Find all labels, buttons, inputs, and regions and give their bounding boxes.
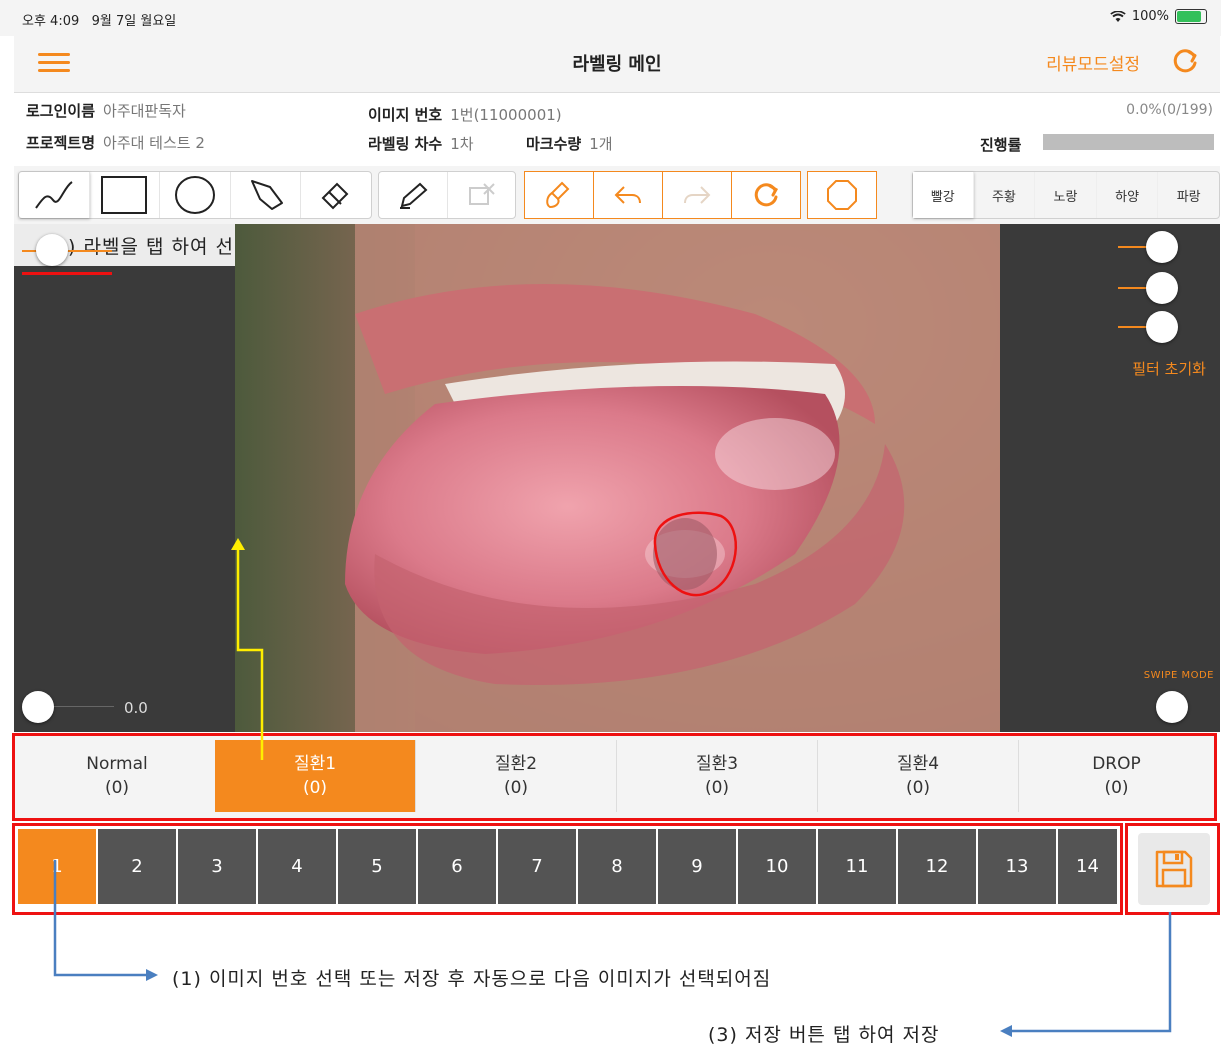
annotation-step1: (1) 이미지 번호 선택 또는 저장 후 자동으로 다음 이미지가 선택되어짐	[172, 968, 772, 990]
annotation-step3: (3) 저장 버튼 탭 하여 저장	[708, 1024, 940, 1046]
annotation-arrows	[53, 538, 1172, 1037]
